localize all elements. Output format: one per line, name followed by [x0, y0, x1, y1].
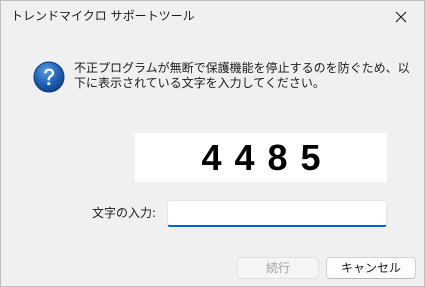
- input-label: 文字の入力:: [92, 206, 157, 220]
- captcha-code: 4485: [201, 136, 334, 178]
- continue-button[interactable]: 続行: [237, 257, 319, 279]
- close-icon: [395, 11, 407, 22]
- cancel-button[interactable]: キャンセル: [326, 257, 416, 279]
- question-icon: [33, 61, 65, 93]
- close-button[interactable]: [378, 1, 424, 32]
- instruction-message: 不正プログラムが無断で保護機能を停止するのを防ぐため、以下に表示されている文字を…: [74, 61, 410, 90]
- title-bar: トレンドマイクロ サポートツール: [1, 1, 424, 32]
- dialog-window: トレンドマイクロ サポートツール 不正プログラムが無断で保護機能を停止するのを防…: [0, 0, 425, 287]
- window-title: トレンドマイクロ サポートツール: [11, 9, 195, 23]
- captcha-box: 4485: [135, 133, 387, 182]
- captcha-input[interactable]: [167, 200, 387, 227]
